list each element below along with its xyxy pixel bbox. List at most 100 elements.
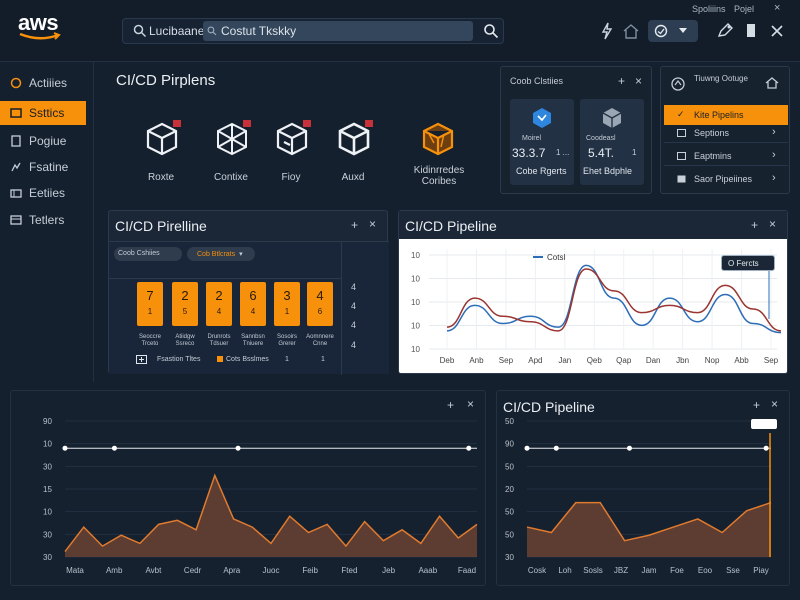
reference-marker <box>235 445 241 451</box>
code-card-build[interactable]: Coodeasl 5.4T. 1 Ehet Bdphle <box>580 99 644 185</box>
code-card-repo[interactable]: Moirel 33.3.7 1 ... Cobe Rgerts <box>510 99 574 185</box>
divider <box>109 278 341 279</box>
chevron-down-icon <box>679 28 687 33</box>
line-chart-panel: CI/CD Pipeline + × 10 10 10 10 10 Deb Anb Sep Ap… <box>398 210 788 374</box>
top-close-link[interactable]: × <box>774 2 780 14</box>
aws-logo[interactable]: aws <box>18 10 78 42</box>
search-input[interactable] <box>203 21 473 41</box>
menu-item-deployments[interactable]: Eaptmins › <box>664 146 788 166</box>
x-tick-label: Faad <box>458 566 476 575</box>
service-card-kubernetes[interactable]: Kidinrredes Coribes <box>400 117 464 197</box>
reference-marker <box>626 445 632 451</box>
service-card-route[interactable]: Roxte <box>130 117 192 187</box>
x-tick-label: Mata <box>66 566 84 575</box>
chart-tooltip[interactable]: O Fercts <box>721 255 775 271</box>
settings-icon[interactable] <box>714 20 736 42</box>
x-tick-label: Amb <box>106 566 123 575</box>
menu-item-pipelines[interactable]: ✓ Kite Pipelins <box>664 105 788 125</box>
x-tick-label: Sosls <box>583 566 603 575</box>
build-stage-box[interactable]: 46 <box>307 282 333 326</box>
build-stage-box[interactable]: 24 <box>206 282 232 326</box>
x-tick-label: Piay <box>753 566 769 575</box>
home-icon[interactable] <box>620 20 642 42</box>
x-tick-label: Dan <box>646 356 661 365</box>
footer-mid-label: Cots Bsslmes <box>226 356 269 363</box>
x-tick-label: Cosk <box>528 566 547 575</box>
bolt-icon[interactable] <box>596 20 618 42</box>
x-tick-label: Loh <box>558 566 571 575</box>
chevron-right-icon: › <box>772 126 776 138</box>
chip-builds[interactable]: Cob Btlcrats ▾ <box>187 247 255 261</box>
menu-item-label: Septions <box>694 128 730 138</box>
panel-close-button[interactable]: × <box>635 74 642 88</box>
cursor-tooltip <box>751 419 777 429</box>
panel-close-button[interactable]: × <box>769 217 776 231</box>
footer-add-icon[interactable] <box>136 355 147 364</box>
stats-icon <box>10 108 22 118</box>
top-link-profile[interactable]: Pojel <box>734 4 754 14</box>
build-stage-box[interactable]: 71 <box>137 282 163 326</box>
panel-pin-button[interactable]: + <box>447 398 454 412</box>
legend-label: Cotsl <box>547 253 565 262</box>
x-tick-label: Nop <box>705 356 720 365</box>
panel-pin-button[interactable]: + <box>618 74 625 88</box>
search-icon <box>133 24 147 38</box>
network-cube-icon <box>217 120 251 156</box>
panel-pin-button[interactable]: + <box>753 398 760 412</box>
menu-item-star-pipelines[interactable]: Saor Pipeiines › <box>664 169 788 189</box>
series-line <box>446 264 782 334</box>
stage-caption: Drunrots Tdsuer <box>207 334 231 347</box>
reference-marker <box>763 445 769 451</box>
sidebar-item-label: Pogiue <box>29 134 67 148</box>
top-link-support[interactable]: Spoliiins <box>692 4 726 14</box>
search-bar[interactable]: Lucibaane <box>122 18 504 44</box>
file-icon[interactable] <box>740 20 762 42</box>
sidebar-item-features[interactable]: Fsatine <box>0 155 88 179</box>
panel-close-button[interactable]: × <box>771 397 778 411</box>
x-tick-label: JBZ <box>614 566 628 575</box>
sidebar-item-entities[interactable]: Eetiies <box>0 181 88 205</box>
area-chart-left: 90 10 30 15 10 30 30 Mata Amb Avbt Cedr Apra Juoc Fei… <box>43 417 478 575</box>
stage-sub: 1 <box>284 307 290 316</box>
service-card-deploy[interactable]: Auxd <box>322 117 384 187</box>
build-stage-box[interactable]: 25 <box>172 282 198 326</box>
panel-title: CI/CD Pirelline <box>115 218 207 234</box>
right-menu-panel: Tiuwng Ootuge ✓ Kite Pipelins Septions ›… <box>660 66 790 194</box>
card-label: Ehet Bdphle <box>583 166 633 176</box>
search-submit-icon[interactable] <box>483 23 499 39</box>
sidebar-item-activities[interactable]: Actiiies <box>0 71 88 95</box>
y-tick-label: 10 <box>411 322 420 331</box>
panel-close-button[interactable]: × <box>467 397 474 411</box>
sidebar-item-tables[interactable]: Tetlers <box>0 208 88 232</box>
y-tick-label: 50 <box>505 462 514 471</box>
build-stage-box[interactable]: 31 <box>274 282 300 326</box>
home-icon[interactable] <box>764 75 780 91</box>
y-tick-label: 10 <box>411 275 420 284</box>
area-chart-right: 50 90 50 20 50 50 30 Cosk Loh Sosls JBZ Jam Foe Eoo Ss… <box>505 417 777 575</box>
y-tick-label: 90 <box>43 417 52 426</box>
build-stage-box[interactable]: 64 <box>240 282 266 326</box>
stage-sub: 4 <box>250 307 256 316</box>
search-scope[interactable]: Lucibaane <box>149 24 204 38</box>
panel-close-button[interactable]: × <box>369 217 376 231</box>
panel-header: CI/CD Pipeline + × <box>399 211 787 239</box>
stage-caption: Seoccre Trceto <box>138 334 161 347</box>
menu-item-options[interactable]: Septions › <box>664 123 788 143</box>
card-value: 33.3.7 <box>512 146 546 160</box>
panel-pin-button[interactable]: + <box>351 218 358 232</box>
chip-clusters[interactable]: Coob Cshiies <box>114 247 182 261</box>
service-label: Roxte <box>147 172 175 183</box>
y-tick-label: 10 <box>411 298 420 307</box>
x-tick-label: Foe <box>670 566 684 575</box>
stage-sub: 5 <box>182 307 188 316</box>
code-clusters-panel: Coob Clstiies + × Moirel 33.3.7 1 ... Co… <box>500 66 652 194</box>
menu-item-icon <box>677 152 686 160</box>
close-icon[interactable] <box>766 20 788 42</box>
sidebar-item-pages[interactable]: Pogiue <box>0 129 88 153</box>
panel-pin-button[interactable]: + <box>751 218 758 232</box>
y-tick-label: 50 <box>505 508 514 517</box>
region-selector[interactable] <box>648 20 698 42</box>
input-search-icon <box>207 26 217 36</box>
sidebar-item-statistics[interactable]: Ssttics <box>0 101 86 125</box>
x-tick-label: Sse <box>726 566 740 575</box>
